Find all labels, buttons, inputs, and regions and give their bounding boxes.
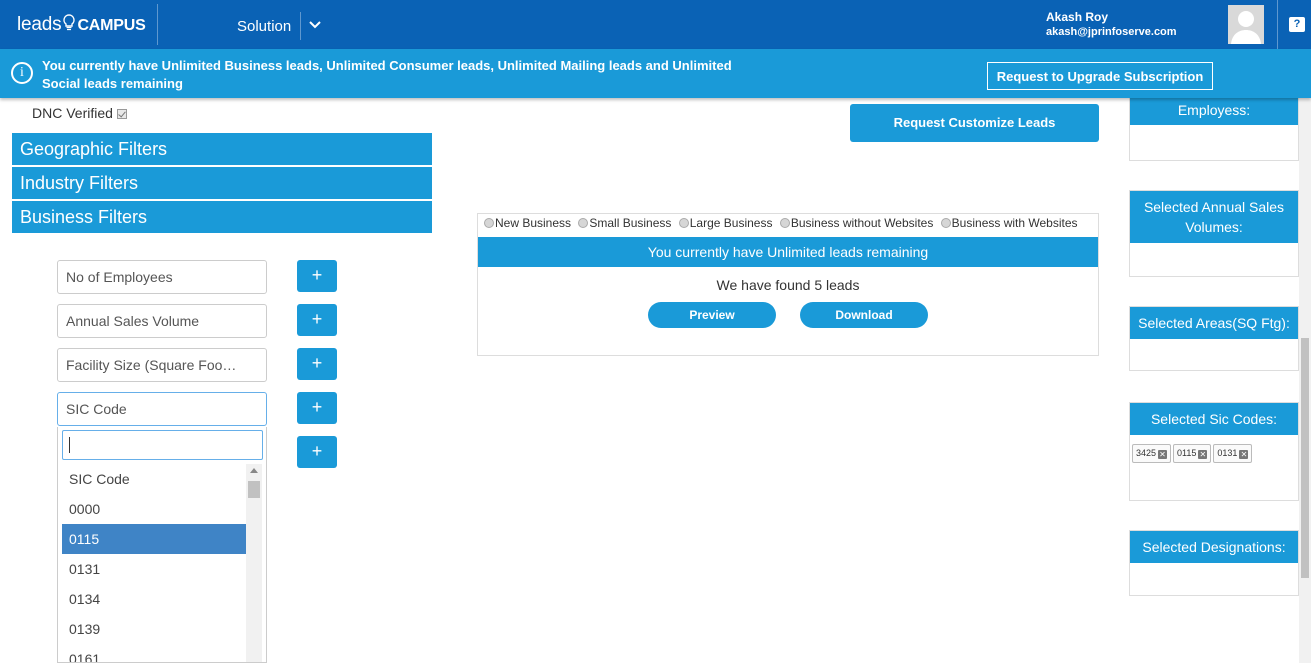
page-scrollbar[interactable]	[1299, 98, 1311, 663]
sic-tag: 0131 ✕	[1213, 444, 1253, 463]
leads-found-text: We have found 5 leads	[716, 277, 860, 293]
dnc-verified-checkbox[interactable]	[116, 109, 127, 119]
radio-new-business[interactable]: New Business	[484, 216, 571, 230]
nav-divider	[300, 12, 301, 40]
remove-tag-icon[interactable]: ✕	[1198, 450, 1208, 459]
sic-option[interactable]: 0000	[62, 494, 246, 524]
user-email: akash@jprinfoserve.com	[1046, 26, 1177, 38]
dnc-verified-label: DNC Verified	[32, 105, 113, 121]
logo-leads-text: leads	[17, 14, 62, 35]
industry-filters-header[interactable]: Industry Filters	[12, 167, 432, 199]
selected-sic-codes-header: Selected Sic Codes:	[1130, 403, 1298, 435]
selected-sales-header: Selected Annual Sales Volumes:	[1130, 191, 1298, 243]
chevron-down-icon[interactable]	[308, 18, 322, 32]
user-name: Akash Roy	[1046, 10, 1109, 24]
scroll-up-arrow-icon[interactable]	[250, 468, 258, 473]
dropdown-scroll-thumb[interactable]	[248, 481, 260, 498]
logo-campus-text: CAMPUS	[77, 17, 146, 34]
sic-code-options: SIC Code 0000 0115 0131 0134 0139 0161	[62, 464, 246, 662]
selected-areas-header: Selected Areas(SQ Ftg):	[1130, 307, 1298, 339]
add-sic-code-button[interactable]: +	[297, 392, 337, 424]
sic-tag-list: 3425 ✕ 0115 ✕ 0131 ✕	[1130, 435, 1298, 471]
subscription-info-bar: i You currently have Unlimited Business …	[0, 49, 1311, 98]
sic-tag: 3425 ✕	[1132, 444, 1172, 463]
sic-tag: 0115 ✕	[1173, 444, 1212, 463]
add-employees-button[interactable]: +	[297, 260, 337, 292]
lightbulb-icon	[63, 14, 76, 31]
page-scroll-thumb[interactable]	[1301, 338, 1309, 578]
radio-circle-icon	[779, 218, 790, 228]
add-facility-size-button[interactable]: +	[297, 348, 337, 380]
annual-sales-select[interactable]: Annual Sales Volume	[57, 304, 267, 338]
help-icon[interactable]: ?	[1289, 17, 1305, 32]
top-nav-bar: leads CAMPUS Solution Akash Roy akash@jpr…	[0, 0, 1311, 49]
radio-circle-icon	[678, 218, 689, 228]
sic-code-select[interactable]: SIC Code	[57, 392, 267, 426]
selected-employees-box: Employess:	[1129, 92, 1299, 161]
selected-sic-codes-box: Selected Sic Codes: 3425 ✕ 0115 ✕ 0131 ✕	[1129, 402, 1299, 501]
remove-tag-icon[interactable]: ✕	[1239, 450, 1249, 459]
user-silhouette-icon	[1231, 11, 1261, 44]
selected-sales-box: Selected Annual Sales Volumes:	[1129, 190, 1299, 277]
employees-select[interactable]: No of Employees	[57, 260, 267, 294]
avatar[interactable]	[1228, 5, 1264, 44]
sic-option[interactable]: 0161	[62, 644, 246, 662]
sic-option[interactable]: 0131	[62, 554, 246, 584]
nav-solution-menu[interactable]: Solution	[237, 18, 291, 35]
sic-option-highlighted[interactable]: 0115	[62, 524, 246, 554]
text-caret	[69, 437, 70, 453]
request-customize-leads-button[interactable]: Request Customize Leads	[850, 104, 1099, 142]
radio-circle-icon	[484, 218, 494, 228]
add-annual-sales-button[interactable]: +	[297, 304, 337, 336]
radio-circle-icon	[578, 218, 589, 228]
radio-business-with-websites[interactable]: Business with Websites	[940, 216, 1078, 230]
info-icon: i	[11, 62, 33, 84]
radio-small-business[interactable]: Small Business	[578, 216, 671, 230]
leadscampus-logo[interactable]: leads CAMPUS	[17, 14, 146, 36]
subscription-message: You currently have Unlimited Business le…	[42, 58, 732, 91]
remove-tag-icon[interactable]: ✕	[1158, 450, 1168, 459]
leads-summary-panel: New Business Small Business Large Busine…	[477, 213, 1099, 356]
sic-code-dropdown: SIC Code 0000 0115 0131 0134 0139 0161	[57, 427, 267, 663]
sic-option[interactable]: 0134	[62, 584, 246, 614]
sic-code-search-input[interactable]	[62, 430, 263, 460]
radio-large-business[interactable]: Large Business	[678, 216, 772, 230]
radio-circle-icon	[940, 218, 951, 228]
nav-divider	[157, 4, 158, 45]
preview-button[interactable]: Preview	[648, 302, 776, 328]
dropdown-scrollbar[interactable]	[246, 464, 262, 662]
geographic-filters-header[interactable]: Geographic Filters	[12, 133, 432, 165]
business-filters-header[interactable]: Business Filters	[12, 201, 432, 233]
selected-designations-box: Selected Designations:	[1129, 530, 1299, 596]
dnc-verified: DNC Verified	[32, 105, 127, 121]
nav-divider	[1277, 0, 1278, 49]
facility-size-select[interactable]: Facility Size (Square Foo…	[57, 348, 267, 382]
upgrade-subscription-button[interactable]: Request to Upgrade Subscription	[987, 62, 1213, 90]
business-type-radio-group: New Business Small Business Large Busine…	[484, 216, 1082, 230]
selected-areas-box: Selected Areas(SQ Ftg):	[1129, 306, 1299, 371]
radio-business-without-websites[interactable]: Business without Websites	[779, 216, 933, 230]
sic-option[interactable]: SIC Code	[62, 464, 246, 494]
leads-remaining-banner: You currently have Unlimited leads remai…	[478, 237, 1098, 267]
sic-option[interactable]: 0139	[62, 614, 246, 644]
download-button[interactable]: Download	[800, 302, 928, 328]
selected-designations-header: Selected Designations:	[1130, 531, 1298, 563]
add-designation-button[interactable]: +	[297, 436, 337, 468]
